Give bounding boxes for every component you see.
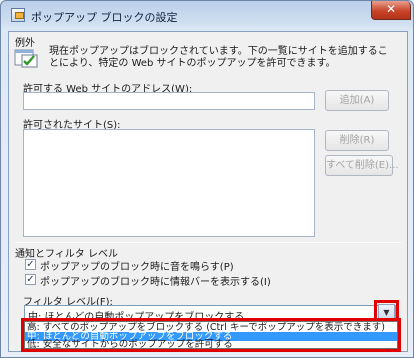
exceptions-description: 現在ポップアップはブロックされています。下の一覧にサイトを追加することにより、特… [49, 46, 388, 69]
dialog-client-area: 例外 現在ポップアップはブロックされています。下の一覧にサイトを追加することによ… [8, 31, 408, 352]
add-button[interactable]: 追加(A) [325, 90, 389, 111]
dropdown-list-highlight: 高: すべてのポップアップをブロックする (Ctrl キーでポップアップを表示で… [21, 318, 401, 352]
show-infobar-checkbox[interactable]: ✓ [25, 274, 36, 285]
popup-info-icon [14, 49, 38, 68]
remove-all-button[interactable]: すべて削除(E)... [325, 155, 399, 176]
window-title: ポップアップ ブロックの設定 [31, 11, 178, 24]
filter-dropdown-list: 高: すべてのポップアップをブロックする (Ctrl キーでポップアップを表示で… [24, 321, 398, 351]
close-button[interactable]: ✕ [371, 1, 411, 20]
divider [15, 242, 401, 243]
play-sound-checkbox[interactable]: ✓ [25, 259, 36, 270]
dialog-window: ポップアップ ブロックの設定 ✕ 例外 現在ポップアップはブロックされています。… [0, 0, 414, 358]
allowed-sites-list[interactable] [23, 129, 315, 237]
remove-button[interactable]: 削除(R) [325, 130, 389, 151]
dropdown-option-low[interactable]: 低: 安全なサイトからのポップアップを許可する [25, 339, 397, 351]
show-infobar-label: ポップアップのブロック時に情報バーを表示する(I) [40, 277, 271, 288]
address-input[interactable] [23, 92, 315, 110]
window-icon [11, 8, 25, 22]
play-sound-label: ポップアップのブロック時に音を鳴らす(P) [40, 262, 234, 273]
